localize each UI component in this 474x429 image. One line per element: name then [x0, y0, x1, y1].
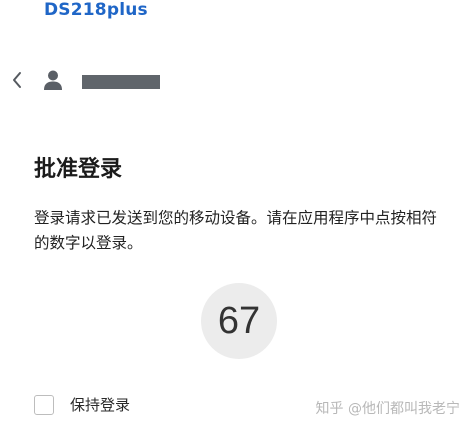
back-button[interactable]: [8, 70, 26, 94]
verification-code-badge: 67: [201, 283, 277, 359]
user-bar: [8, 64, 160, 100]
avatar: [42, 70, 64, 94]
keep-signed-in-checkbox[interactable]: [34, 394, 54, 415]
chevron-left-icon: [11, 71, 23, 93]
page-title: 批准登录: [34, 157, 123, 182]
watermark: 知乎 @他们都叫我老宁: [315, 401, 460, 417]
keep-signed-in-label: 保持登录: [70, 396, 131, 414]
brand-title: DS218plus: [44, 0, 148, 20]
username-redacted: [82, 75, 160, 89]
user-icon: [43, 69, 63, 95]
keep-signed-in-option[interactable]: 保持登录: [34, 394, 130, 415]
verification-code: 67: [217, 299, 261, 342]
approval-description: 登录请求已发送到您的移动设备。请在应用程序中点按相符的数字以登录。: [34, 209, 438, 252]
